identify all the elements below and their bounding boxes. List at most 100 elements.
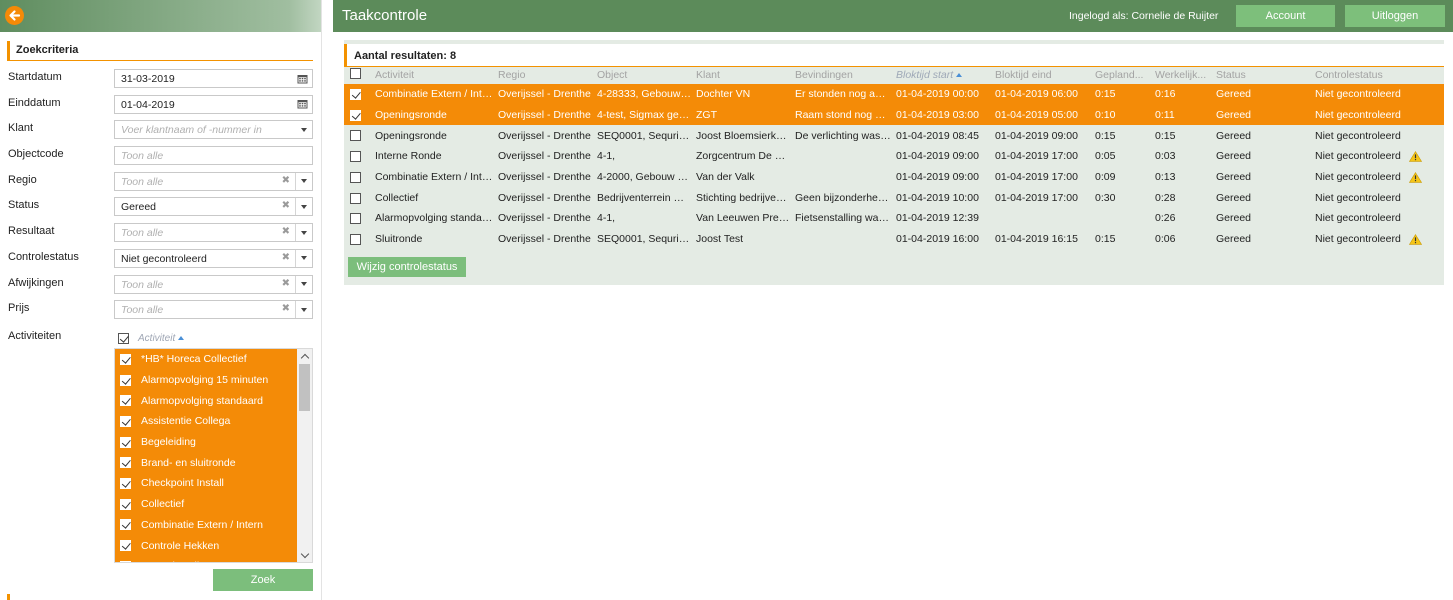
afwijkingen-select[interactable]: Toon alle ✖ xyxy=(114,274,313,294)
activity-checkbox[interactable] xyxy=(120,519,131,531)
objectcode-input[interactable]: Toon alle xyxy=(114,146,313,166)
clear-icon[interactable]: ✖ xyxy=(282,252,290,263)
logout-button[interactable]: Uitloggen xyxy=(1345,5,1445,27)
column-header-label: Werkelijk... xyxy=(1155,69,1207,81)
activity-checkbox[interactable] xyxy=(120,457,131,469)
activity-checkbox[interactable] xyxy=(120,477,131,489)
activity-checkbox[interactable] xyxy=(120,498,131,510)
clear-icon[interactable]: ✖ xyxy=(282,278,290,289)
scroll-up-button[interactable] xyxy=(297,349,312,363)
table-row[interactable]: Collectief Overijssel - Drenthe Bedrijvent… xyxy=(344,187,1444,208)
einddatum-date-input[interactable]: 01-04-2019 xyxy=(114,94,313,114)
activity-checkbox[interactable] xyxy=(120,374,131,386)
activities-scrollbar[interactable] xyxy=(297,349,312,562)
back-button[interactable] xyxy=(5,6,24,25)
column-header-object[interactable]: Object xyxy=(592,66,691,84)
activity-item[interactable]: Checkpoint Install xyxy=(115,473,298,494)
column-header-regio[interactable]: Regio xyxy=(493,66,592,84)
activities-list[interactable]: *HB* Horeca Collectief Alarmopvolging 15 … xyxy=(114,348,313,563)
activity-item[interactable]: Alarmopvolging 15 minuten xyxy=(115,369,298,391)
dropdown-toggle[interactable] xyxy=(295,198,312,216)
select-all-checkbox[interactable] xyxy=(350,68,361,79)
scroll-down-button[interactable] xyxy=(297,548,312,562)
account-button[interactable]: Account xyxy=(1236,5,1335,27)
column-header-gepland[interactable]: Gepland... xyxy=(1090,66,1150,84)
dropdown-toggle[interactable] xyxy=(295,301,312,319)
row-checkbox[interactable] xyxy=(350,151,361,163)
table-row[interactable]: Sluitronde Overijssel - Drenthe SEQ0001, S… xyxy=(344,229,1444,250)
clear-icon[interactable]: ✖ xyxy=(282,175,290,186)
klant-select[interactable]: Voer klantnaam of -nummer in xyxy=(114,120,313,140)
dropdown-toggle[interactable] xyxy=(295,172,312,190)
activity-checkbox[interactable] xyxy=(120,353,131,365)
activity-checkbox[interactable] xyxy=(120,436,131,448)
activity-checkbox[interactable] xyxy=(120,540,131,552)
field-row-startdatum: Startdatum 31-03-2019 xyxy=(0,67,321,93)
activity-checkbox[interactable] xyxy=(120,395,131,407)
clear-icon[interactable]: ✖ xyxy=(282,200,290,211)
calendar-icon[interactable] xyxy=(293,96,312,113)
status-select[interactable]: Gereed ✖ xyxy=(114,197,313,217)
table-row[interactable]: Openingsronde Overijssel - Drenthe 4-test,… xyxy=(344,104,1444,126)
column-header-controlestatus[interactable]: Controlestatus xyxy=(1310,66,1404,84)
row-checkbox[interactable] xyxy=(350,171,361,183)
field-label: Regio xyxy=(8,173,37,186)
controlestatus-select[interactable]: Niet gecontroleerd ✖ xyxy=(114,248,313,268)
field-label: Resultaat xyxy=(8,225,55,238)
regio-select[interactable]: Toon alle ✖ xyxy=(114,171,313,191)
activity-item[interactable]: *HB* Horeca Collectief xyxy=(115,349,298,370)
row-checkbox[interactable] xyxy=(350,192,361,204)
activity-item[interactable]: Collectief xyxy=(115,493,298,515)
cell-object: Bedrijventerrein H… xyxy=(597,191,691,204)
column-header-activiteit[interactable]: Activiteit xyxy=(370,66,493,84)
column-header-bloktijd-start[interactable]: Bloktijd start xyxy=(891,66,990,84)
table-row[interactable]: Combinatie Extern / Intern Overijssel - D… xyxy=(344,84,1444,105)
row-checkbox[interactable] xyxy=(350,130,361,142)
cell-control-status: Niet gecontroleerd xyxy=(1315,150,1401,163)
dropdown-toggle[interactable] xyxy=(295,121,312,138)
row-checkbox[interactable] xyxy=(350,109,361,121)
column-header-status[interactable]: Status xyxy=(1211,66,1310,84)
cell-activity: Combinatie Extern / Intern xyxy=(375,171,493,184)
cell-findings: Er stonden nog au… xyxy=(790,84,891,105)
row-select-cell xyxy=(344,146,370,167)
dropdown-toggle[interactable] xyxy=(295,275,312,293)
activity-checkbox[interactable] xyxy=(120,415,131,427)
clear-icon[interactable]: ✖ xyxy=(282,226,290,237)
search-button[interactable]: Zoek xyxy=(213,569,313,591)
activity-item[interactable]: Brand- en sluitronde xyxy=(115,452,298,474)
resultaat-select[interactable]: Toon alle ✖ xyxy=(114,223,313,243)
field-value: Voer klantnaam of -nummer in xyxy=(121,124,262,137)
caret-down-icon xyxy=(301,256,307,261)
table-row[interactable]: Alarmopvolging standa… Overijssel - Drent… xyxy=(344,208,1444,229)
activity-item[interactable]: Controle Hekken xyxy=(115,535,298,556)
activity-item[interactable]: Assistentie Collega xyxy=(115,411,298,432)
column-header-bevindingen[interactable]: Bevindingen xyxy=(790,66,891,84)
change-control-status-button[interactable]: Wijzig controlestatus xyxy=(348,257,466,277)
row-checkbox[interactable] xyxy=(350,213,361,225)
select-all-activities-checkbox[interactable] xyxy=(118,332,129,344)
table-row[interactable]: Openingsronde Overijssel - Drenthe SEQ0001… xyxy=(344,125,1444,146)
row-checkbox[interactable] xyxy=(350,233,361,245)
dropdown-toggle[interactable] xyxy=(295,224,312,242)
activity-checkbox[interactable] xyxy=(120,560,131,562)
activity-item[interactable]: Alarmopvolging standaard xyxy=(115,390,298,412)
clear-icon[interactable]: ✖ xyxy=(282,303,290,314)
prijs-select[interactable]: Toon alle ✖ xyxy=(114,300,313,320)
table-row[interactable]: Interne Ronde Overijssel - Drenthe 4-1, Zor… xyxy=(344,146,1444,167)
calendar-icon[interactable] xyxy=(293,70,312,87)
row-checkbox[interactable] xyxy=(350,89,361,101)
dropdown-toggle[interactable] xyxy=(295,249,312,267)
cell-object: SEQ0001, Sequri… xyxy=(597,129,690,142)
activity-sort-header[interactable]: Activiteit xyxy=(138,333,185,344)
activity-item[interactable]: Begeleiding xyxy=(115,431,298,453)
table-row[interactable]: Combinatie Extern / Intern Overijssel - D… xyxy=(344,167,1444,188)
scroll-thumb[interactable] xyxy=(299,364,310,411)
activity-item[interactable]: Controle Toiletten xyxy=(115,555,298,562)
column-header-werkelijk[interactable]: Werkelijk... xyxy=(1150,66,1211,84)
caret-down-icon xyxy=(301,230,307,235)
activity-item[interactable]: Combinatie Extern / Intern xyxy=(115,514,298,536)
startdatum-date-input[interactable]: 31-03-2019 xyxy=(114,69,313,88)
column-header-klant[interactable]: Klant xyxy=(691,66,790,84)
column-header-bloktijd-eind[interactable]: Bloktijd eind xyxy=(990,66,1090,84)
